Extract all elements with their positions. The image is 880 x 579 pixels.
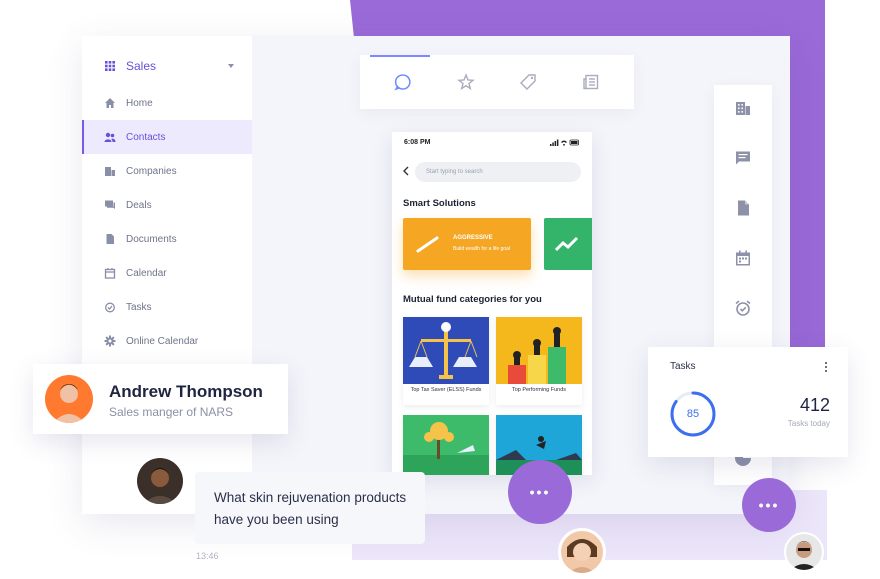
podium-illustration <box>496 317 582 384</box>
sidebar-item-deals[interactable]: Deals <box>82 188 252 222</box>
chat-message-bubble: What skin rejuvenation products have you… <box>195 472 425 544</box>
tab-news[interactable] <box>580 71 602 93</box>
status-time: 6:08 PM <box>404 139 431 146</box>
sidebar-item-label: Calendar <box>126 267 167 279</box>
home-icon <box>104 97 116 109</box>
deals-icon <box>104 199 116 211</box>
sidebar-item-tasks[interactable]: Tasks <box>82 290 252 324</box>
gear-icon <box>104 335 116 347</box>
top-tab-bar <box>360 55 634 109</box>
mobile-app-preview: 6:08 PM Start typing to search Smart Sol… <box>392 132 592 475</box>
search-input[interactable]: Start typing to search <box>415 162 581 182</box>
contacts-icon <box>104 131 116 143</box>
tasks-icon <box>104 301 116 313</box>
sidebar-item-label: Companies <box>126 165 177 177</box>
sidebar-item-label: Online Calendar <box>126 335 199 347</box>
sidebar-item-label: Contacts <box>126 131 166 143</box>
sidebar-item-companies[interactable]: Companies <box>82 154 252 188</box>
contact-card[interactable]: Andrew Thompson Sales manger of NARS <box>33 364 288 434</box>
sidebar-item-contacts[interactable]: Contacts <box>82 120 252 154</box>
sidebar-item-online-calendar[interactable]: Online Calendar <box>82 324 252 358</box>
document-icon[interactable] <box>734 199 752 217</box>
apps-grid-icon <box>104 60 116 72</box>
status-icons <box>550 139 579 146</box>
more-vertical-icon[interactable] <box>824 361 828 373</box>
fund-card-top-performing[interactable]: Top Performing Funds <box>496 317 582 405</box>
sidebar-item-documents[interactable]: Documents <box>82 222 252 256</box>
sidebar-item-label: Documents <box>126 233 177 245</box>
chevron-down-icon <box>228 64 234 68</box>
trend-up-icon <box>554 236 579 252</box>
chat-icon <box>394 74 411 91</box>
chat-timestamp: 13:46 <box>196 551 219 561</box>
tasks-widget-title: Tasks <box>670 361 696 372</box>
chat-message-text: What skin rejuvenation products have you… <box>214 490 407 527</box>
tab-tags[interactable] <box>517 71 539 93</box>
mutual-fund-heading: Mutual fund categories for you <box>403 294 542 305</box>
contact-name: Andrew Thompson <box>109 382 263 401</box>
sidebar-item-label: Deals <box>126 199 152 211</box>
companies-icon <box>104 165 116 177</box>
alarm-icon[interactable] <box>734 299 752 317</box>
avatar <box>558 528 606 576</box>
solution-card-growth[interactable] <box>544 218 592 270</box>
typing-indicator-bubble: ••• <box>742 478 796 532</box>
sidebar-header-label: Sales <box>126 59 157 73</box>
contact-role: Sales manger of NARS <box>109 405 234 419</box>
back-arrow-icon[interactable] <box>402 166 410 176</box>
typing-dots: ••• <box>529 484 551 500</box>
smart-solutions-heading: Smart Solutions <box>403 198 476 209</box>
avatar <box>784 532 824 572</box>
scale-illustration <box>403 317 489 384</box>
solution-card-aggressive[interactable]: AGGRESSIVE Build wealth for a life goal <box>403 218 531 270</box>
fund-caption: Top Tax Saver (ELSS) Funds <box>410 387 482 393</box>
tasks-count: 412 <box>799 395 830 415</box>
star-icon <box>456 73 475 91</box>
documents-icon <box>104 233 116 245</box>
building-icon[interactable] <box>734 99 752 117</box>
avatar <box>45 375 93 423</box>
fund-card-tax-saver[interactable]: Top Tax Saver (ELSS) Funds <box>403 317 489 405</box>
fund-card-growth[interactable] <box>403 415 489 475</box>
tab-chat[interactable] <box>392 71 414 93</box>
news-icon <box>583 74 598 90</box>
money-tree-illustration <box>403 415 489 475</box>
sidebar: Sales Home Contacts Companies Deals Docu… <box>82 36 252 514</box>
sidebar-item-calendar[interactable]: Calendar <box>82 256 252 290</box>
solution-subtitle: Build wealth for a life goal <box>453 246 510 252</box>
tasks-widget: Tasks 85 412 Tasks today <box>648 347 848 457</box>
sidebar-item-label: Home <box>126 97 153 109</box>
progress-value: 85 <box>686 408 700 420</box>
active-tab-indicator <box>370 55 430 57</box>
sidebar-item-home[interactable]: Home <box>82 86 252 120</box>
calendar-icon[interactable] <box>734 249 752 267</box>
typing-dots: ••• <box>758 497 780 513</box>
typing-indicator-bubble: ••• <box>508 460 572 524</box>
sidebar-header-dropdown[interactable]: Sales <box>104 56 234 76</box>
tag-icon <box>520 74 536 90</box>
fund-caption: Top Performing Funds <box>511 387 567 393</box>
wand-icon <box>416 236 439 253</box>
avatar <box>137 458 183 504</box>
sidebar-item-label: Tasks <box>126 301 152 313</box>
solution-title: AGGRESSIVE <box>453 235 493 241</box>
message-icon[interactable] <box>734 149 752 167</box>
tasks-count-label: Tasks today <box>787 419 830 428</box>
tab-favorites[interactable] <box>455 71 477 93</box>
calendar-icon <box>104 267 116 279</box>
